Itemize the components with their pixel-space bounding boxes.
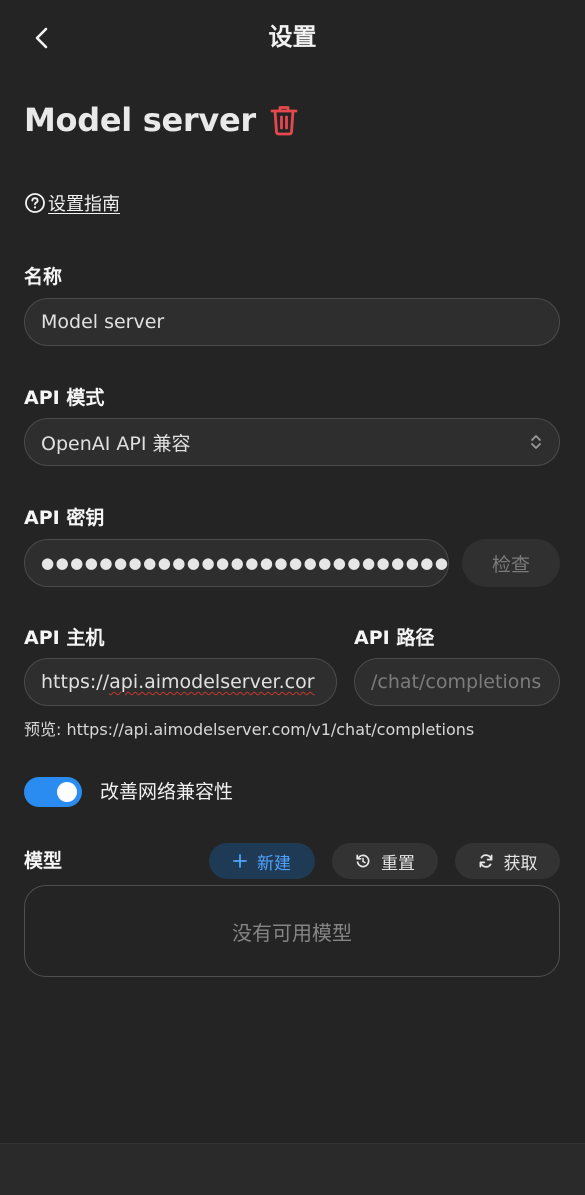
reset-icon <box>356 854 370 868</box>
new-model-label: 新建 <box>257 853 291 874</box>
api-key-input[interactable]: ●●●●●●●●●●●●●●●●●●●●●●●●●●●● <box>24 539 449 587</box>
api-path-input[interactable]: /chat/completions <box>354 658 560 706</box>
setup-guide-label: 设置指南 <box>48 194 120 215</box>
fetch-models-button[interactable]: 获取 <box>455 843 560 879</box>
reset-models-button[interactable]: 重置 <box>332 843 438 879</box>
toggle-knob <box>57 782 77 802</box>
models-label: 模型 <box>24 850 63 872</box>
name-label: 名称 <box>24 266 63 288</box>
delete-button[interactable] <box>264 100 304 140</box>
api-host-label: API 主机 <box>24 627 105 649</box>
reset-models-label: 重置 <box>381 853 415 874</box>
help-circle-icon <box>25 193 45 213</box>
models-empty-text: 没有可用模型 <box>232 920 352 945</box>
api-mode-label: API 模式 <box>24 387 105 409</box>
header-title: 设置 <box>268 23 317 51</box>
check-key-button[interactable]: 检查 <box>462 539 560 587</box>
api-path-label: API 路径 <box>354 627 435 649</box>
refresh-icon <box>479 854 492 868</box>
fetch-models-label: 获取 <box>503 853 538 874</box>
models-list: 没有可用模型 <box>24 885 560 977</box>
api-path-placeholder: /chat/completions <box>371 671 542 693</box>
api-host-value-prefix: https:// <box>41 671 110 693</box>
api-host-value-domain: api.aimodelserver.cor <box>109 671 315 693</box>
page-title: Model server <box>24 101 256 139</box>
api-host-input[interactable]: https://api.aimodelserver.cor <box>24 658 337 706</box>
new-model-button[interactable]: 新建 <box>209 843 315 879</box>
name-input[interactable]: Model server <box>24 298 560 346</box>
name-input-value: Model server <box>41 311 165 333</box>
api-key-label: API 密钥 <box>24 507 105 529</box>
bottom-bar <box>0 1143 585 1195</box>
network-compat-toggle[interactable] <box>24 777 82 807</box>
api-mode-value: OpenAI API 兼容 <box>41 432 191 455</box>
api-mode-select[interactable]: OpenAI API 兼容 <box>24 418 560 466</box>
api-preview-text: 预览: https://api.aimodelserver.com/v1/cha… <box>24 720 475 739</box>
api-key-masked-value: ●●●●●●●●●●●●●●●●●●●●●●●●●●●● <box>41 554 449 572</box>
trash-icon <box>270 106 298 136</box>
setup-guide-link[interactable]: 设置指南 <box>24 190 120 216</box>
select-arrows-icon <box>531 435 541 449</box>
network-compat-label: 改善网络兼容性 <box>100 781 234 803</box>
plus-icon <box>233 854 247 868</box>
